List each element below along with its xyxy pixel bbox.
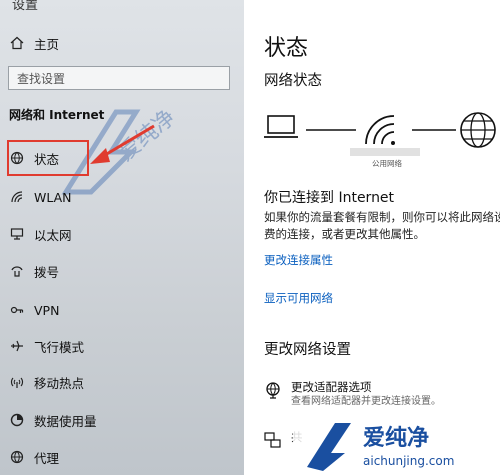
blurred-network-name xyxy=(350,148,420,156)
sidebar-item-label: 以太网 xyxy=(34,227,72,243)
sidebar-item-vpn[interactable]: VPN xyxy=(0,295,244,325)
connection-status-text: 你已连接到 Internet xyxy=(264,190,395,206)
page-title: 状态 xyxy=(264,36,309,61)
sidebar-item-label: 代理 xyxy=(34,450,60,466)
home-icon xyxy=(9,35,25,51)
sidebar-item-label: WLAN xyxy=(34,189,72,205)
status-page: 状态 网络状态 公用网络 你已连接到 Internet 如果你的流量套餐有限制，… xyxy=(244,0,500,475)
settings-sidebar: 设置 主页 查找设置 网络和 Internet 爱纯净 状态 WLAN 以太网 xyxy=(0,0,244,475)
vpn-icon xyxy=(9,302,25,318)
dialup-icon xyxy=(9,263,25,279)
sidebar-item-home[interactable]: 主页 xyxy=(0,28,244,58)
brand-name: 爱纯净 xyxy=(363,425,429,451)
search-input[interactable]: 查找设置 xyxy=(8,66,230,90)
option-title: 更改适配器选项 xyxy=(291,380,372,394)
network-status-heading: 网络状态 xyxy=(264,73,322,89)
sidebar-item-label: 移动热点 xyxy=(34,375,85,391)
sidebar-item-hotspot[interactable]: 移动热点 xyxy=(0,367,244,397)
change-network-settings-heading: 更改网络设置 xyxy=(264,342,351,358)
sidebar-item-label: 数据使用量 xyxy=(34,413,97,429)
data-usage-icon xyxy=(9,412,25,428)
brand-watermark: 爱纯净 aichunjing.com xyxy=(293,415,500,475)
sidebar-title-partial: 设置 xyxy=(12,0,39,13)
sharing-icon xyxy=(264,431,282,449)
sidebar-item-ethernet[interactable]: 以太网 xyxy=(0,219,244,249)
sidebar-item-proxy[interactable]: 代理 xyxy=(0,442,244,472)
highlight-box xyxy=(7,140,89,176)
sidebar-item-wlan[interactable]: WLAN xyxy=(0,182,244,212)
airplane-icon xyxy=(9,338,25,354)
annotation-arrow-icon xyxy=(90,124,155,164)
change-connection-properties-link[interactable]: 更改连接属性 xyxy=(264,252,333,268)
globe-icon xyxy=(460,112,496,148)
connection-description: 如果你的流量套餐有限制，则你可以将此网络设 费的连接，或者更改其他属性。 xyxy=(264,210,500,241)
sidebar-item-airplane[interactable]: 飞行模式 xyxy=(0,331,244,361)
ethernet-icon xyxy=(9,226,25,242)
show-available-networks-link[interactable]: 显示可用网络 xyxy=(264,290,333,306)
change-adapter-options[interactable]: 更改适配器选项 查看网络适配器并更改连接设置。 xyxy=(264,380,441,409)
sidebar-item-label: VPN xyxy=(34,302,60,318)
sidebar-item-dialup[interactable]: 拨号 xyxy=(0,256,244,286)
sidebar-item-label: 飞行模式 xyxy=(34,339,85,355)
globe-icon xyxy=(9,449,25,465)
laptop-icon xyxy=(264,115,298,138)
wifi-icon xyxy=(365,115,395,145)
adapter-globe-icon xyxy=(264,381,282,399)
hotspot-icon xyxy=(9,374,25,390)
sidebar-item-data-usage[interactable]: 数据使用量 xyxy=(0,405,244,435)
option-description: 查看网络适配器并更改连接设置。 xyxy=(291,396,441,407)
search-placeholder: 查找设置 xyxy=(17,71,66,86)
network-diagram: 公用网络 xyxy=(264,112,496,168)
network-type-label: 公用网络 xyxy=(372,158,402,168)
sidebar-item-label: 主页 xyxy=(34,36,60,52)
wifi-icon xyxy=(9,189,25,205)
sidebar-item-label: 拨号 xyxy=(34,264,60,280)
brand-url: aichunjing.com xyxy=(363,454,454,468)
